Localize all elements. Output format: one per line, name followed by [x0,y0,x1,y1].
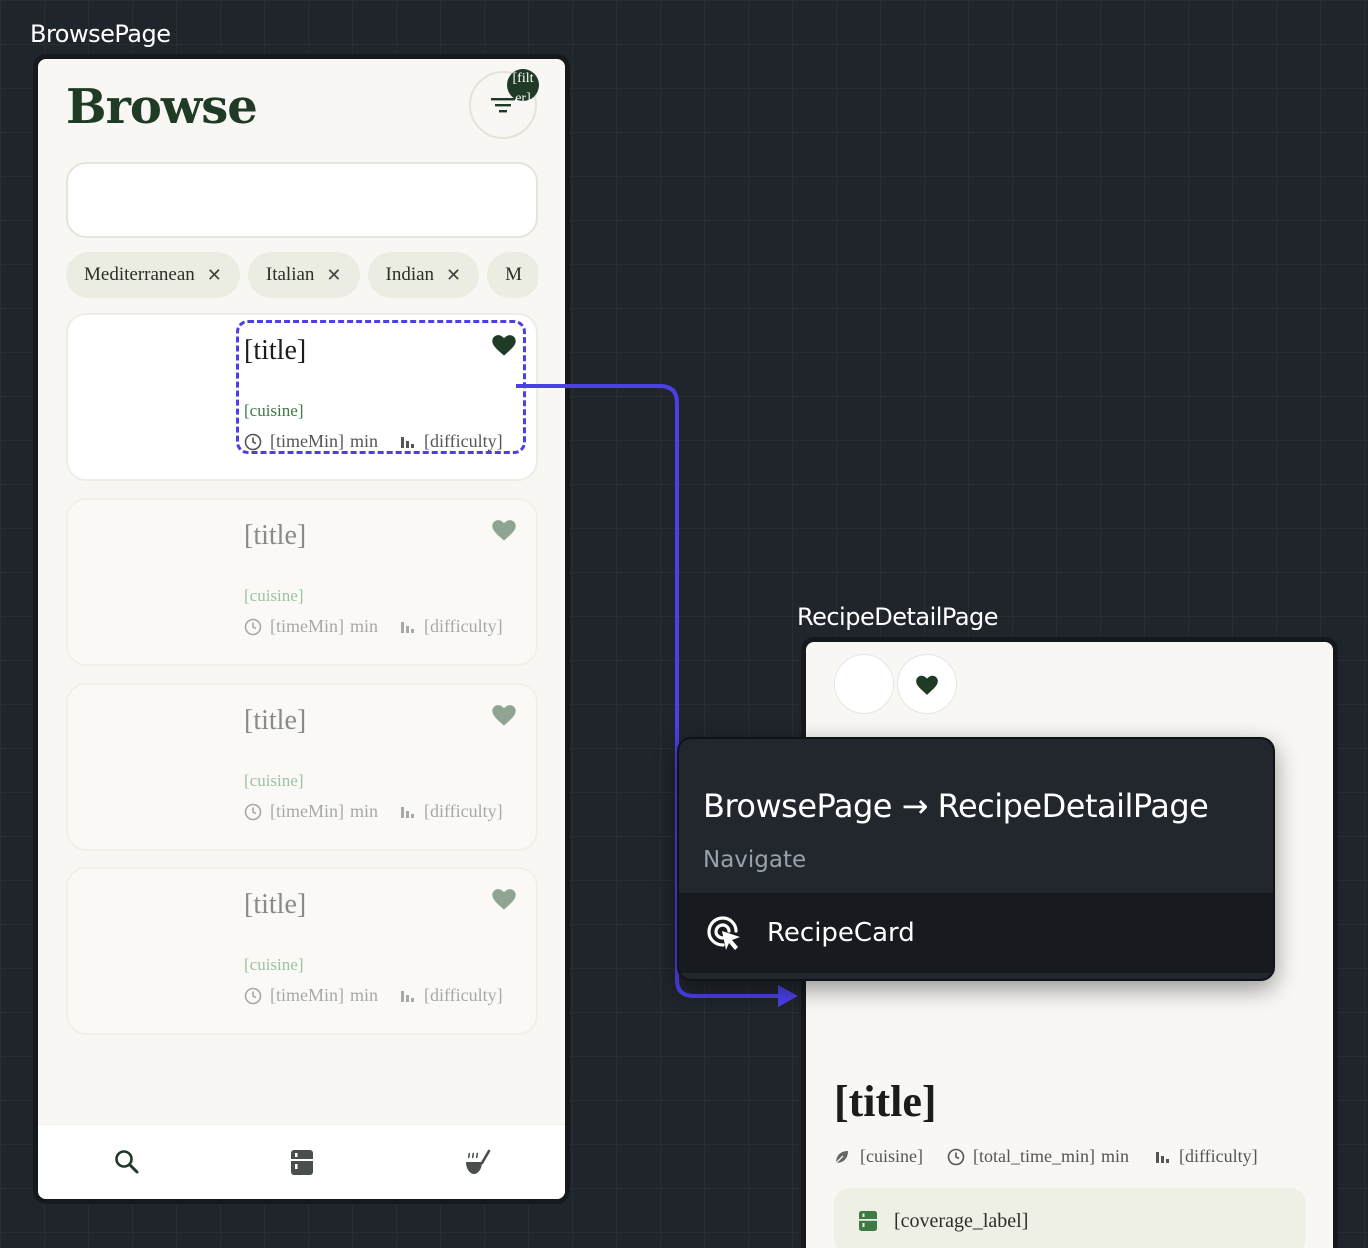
recipe-difficulty: [difficulty] [424,616,503,636]
recipe-meta: [timeMin] min [difficulty] [244,616,503,637]
recipe-meta: [timeMin] min [difficulty] [244,801,503,822]
recipe-card[interactable]: [title] [cuisine] [timeMin] min [difficu… [66,498,538,666]
transition-trigger-row[interactable]: RecipeCard [679,893,1273,973]
favorite-button[interactable] [897,654,957,714]
recipe-detail-time-unit: min [1100,1146,1129,1166]
transition-action: Navigate [703,847,807,873]
remove-chip-icon[interactable]: ✕ [326,265,341,286]
transition-tooltip: BrowsePage → RecipeDetailPage Navigate R… [677,737,1275,981]
filter-icon [491,98,515,113]
browse-page-frame: Browse [filt er] Mediterranean ✕ Italian… [38,59,565,1199]
recipe-card[interactable]: [title] [cuisine] [timeMin] min [difficu… [66,867,538,1035]
chip-italian[interactable]: Italian ✕ [247,252,360,298]
recipe-difficulty: [difficulty] [424,801,503,821]
chip-label: Indian [385,264,435,285]
difficulty-icon [401,621,415,633]
chip-partial[interactable]: M [487,252,538,298]
click-target-icon [707,916,740,950]
recipe-card[interactable]: [title] [cuisine] [timeMin] min [difficu… [66,683,538,851]
recipe-time: [timeMin] [270,985,344,1005]
fridge-icon[interactable] [287,1147,317,1177]
selected-element-outline [236,320,526,454]
clock-icon [947,1148,965,1165]
recipe-time: [timeMin] [270,616,344,636]
recipe-title: [title] [244,889,307,920]
heart-icon[interactable] [490,885,518,911]
recipe-cuisine: [cuisine] [244,771,304,790]
recipe-time-unit: min [350,985,379,1005]
recipe-title: [title] [244,705,307,736]
chip-mediterranean[interactable]: Mediterranean ✕ [66,252,240,298]
recipe-detail-title: [title] [834,1077,937,1126]
heart-icon [916,675,938,695]
clock-icon [244,618,262,635]
chip-label: M [505,264,523,285]
browse-frame-label: BrowsePage [30,20,171,48]
chip-label: Mediterranean [84,264,195,285]
recipe-difficulty: [difficulty] [424,985,503,1005]
recipe-meta: [timeMin] min [difficulty] [244,985,503,1006]
cooking-pot-icon[interactable] [462,1147,492,1177]
recipe-detail-cuisine: [cuisine] [860,1146,923,1166]
fridge-icon [859,1211,877,1231]
recipe-cuisine: [cuisine] [244,955,304,974]
heart-icon[interactable] [490,701,518,727]
chip-indian[interactable]: Indian ✕ [367,252,480,298]
bottom-nav [38,1124,565,1199]
coverage-label: [coverage_label] [894,1209,1029,1232]
page-title: Browse [66,79,258,135]
back-button[interactable] [834,654,894,714]
recipe-time-unit: min [350,801,379,821]
transition-trigger-label: RecipeCard [767,918,915,948]
difficulty-icon [1155,1151,1169,1163]
difficulty-icon [401,990,415,1002]
recipe-time: [timeMin] [270,801,344,821]
difficulty-icon [401,806,415,818]
search-icon[interactable] [112,1147,142,1177]
recipe-detail-difficulty: [difficulty] [1178,1146,1258,1166]
detail-frame-label: RecipeDetailPage [797,603,999,631]
heart-icon[interactable] [490,516,518,542]
recipe-detail-meta: [cuisine] [total_time_min] min [difficul… [834,1146,1258,1167]
remove-chip-icon[interactable]: ✕ [207,265,222,286]
search-input[interactable] [66,162,538,238]
remove-chip-icon[interactable]: ✕ [446,265,461,286]
clock-icon [244,803,262,820]
coverage-banner: [coverage_label] [834,1188,1306,1248]
transition-title: BrowsePage → RecipeDetailPage [703,787,1209,825]
recipe-time-unit: min [350,616,379,636]
cuisine-chips: Mediterranean ✕ Italian ✕ Indian ✕ M [66,252,538,298]
clock-icon [244,987,262,1004]
recipe-detail-time: [total_time_min] [972,1146,1095,1166]
chip-label: Italian [265,264,315,285]
recipe-title: [title] [244,520,307,551]
leaf-icon [835,1150,848,1163]
filter-count-badge: [filt er] [507,69,539,101]
recipe-cuisine: [cuisine] [244,586,304,605]
